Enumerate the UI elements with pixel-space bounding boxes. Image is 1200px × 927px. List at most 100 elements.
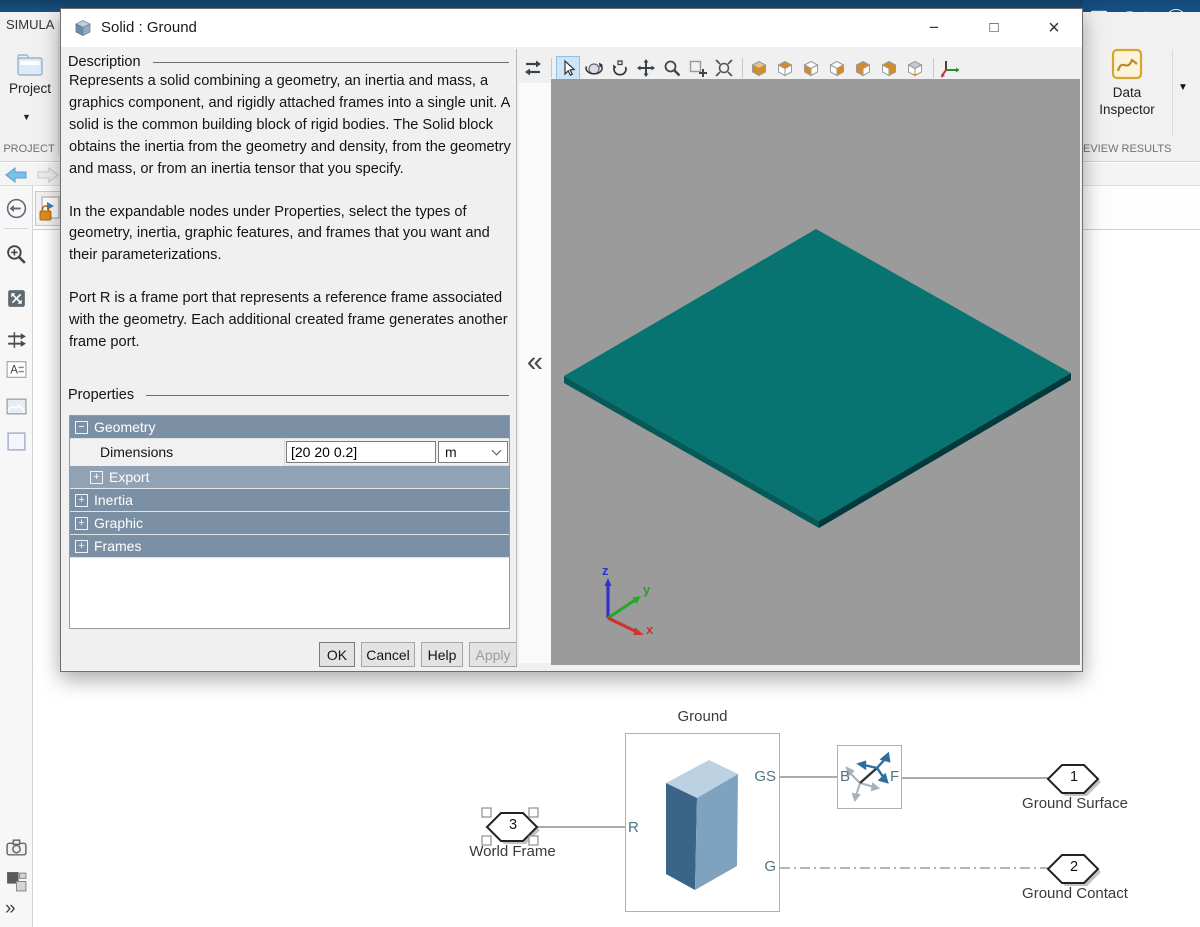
frame-axes-icon[interactable]	[938, 56, 962, 80]
project-button-label: Project	[4, 81, 56, 96]
annotation-icon[interactable]: A	[5, 358, 28, 381]
zoom-tool-icon[interactable]	[660, 56, 684, 80]
pan-tool-icon[interactable]	[634, 56, 658, 80]
toolbar-separator	[742, 58, 743, 78]
dimensions-row: Dimensions m	[70, 439, 509, 466]
data-inspector-icon	[1111, 48, 1143, 80]
camera-icon[interactable]	[5, 836, 28, 859]
transform-frames-icon	[844, 751, 896, 803]
swap-views-icon[interactable]	[521, 56, 545, 80]
group-row-graphic[interactable]: + Graphic	[70, 512, 509, 535]
back-arrow-icon[interactable]	[4, 166, 28, 184]
fit-view-icon[interactable]	[712, 56, 736, 80]
port2-number: 2	[1058, 859, 1090, 875]
select-tool-icon[interactable]	[556, 56, 580, 80]
properties-legend: Properties	[68, 387, 140, 403]
axes-triad: z y x	[586, 561, 664, 639]
ribbon-group-project: PROJECT	[2, 143, 56, 155]
maximize-icon[interactable]: □	[977, 9, 1011, 47]
view-back-icon[interactable]	[877, 56, 901, 80]
axis-y-label: y	[643, 582, 651, 597]
solid-cube-icon	[73, 18, 93, 38]
view-right-icon[interactable]	[825, 56, 849, 80]
dimensions-label: Dimensions	[70, 439, 285, 466]
ground-block-title: Ground	[625, 708, 780, 725]
subsystem-badge-icon[interactable]	[5, 870, 28, 893]
group-label-graphic: Graphic	[94, 512, 143, 534]
image-icon[interactable]	[5, 395, 28, 418]
expand-expander-icon[interactable]: +	[90, 471, 103, 484]
tab-simulation[interactable]: SIMULA	[6, 17, 60, 35]
data-inspector-dropdown-icon[interactable]: ▼	[1178, 82, 1194, 93]
solid-dialog: Solid : Ground − □ × Description Represe…	[60, 8, 1083, 672]
chevron-down-icon	[492, 446, 502, 456]
locked-model-icon	[38, 195, 62, 223]
data-inspector-label-1: Data	[1088, 84, 1166, 101]
dimensions-input[interactable]	[286, 441, 436, 463]
help-button[interactable]: Help	[421, 642, 463, 667]
project-folder-icon	[15, 52, 45, 78]
project-dropdown-icon[interactable]: ▼	[22, 112, 38, 122]
ribbon-separator-2	[1172, 50, 1173, 136]
ribbon-separator	[58, 20, 59, 155]
ground-port-G[interactable]: G	[760, 858, 776, 875]
ok-button[interactable]: OK	[319, 642, 355, 667]
view-front-icon[interactable]	[851, 56, 875, 80]
port3-label: World Frame	[450, 843, 575, 860]
expand-expander-icon[interactable]: +	[75, 517, 88, 530]
port1-label: Ground Surface	[1010, 795, 1140, 812]
zoom-region-icon[interactable]	[686, 56, 710, 80]
group-row-frames[interactable]: + Frames	[70, 535, 509, 558]
group-label-geometry: Geometry	[94, 416, 155, 438]
properties-table: − Geometry Dimensions m + Export + Inert…	[69, 415, 510, 629]
group-row-geometry[interactable]: − Geometry	[70, 416, 509, 439]
cancel-button[interactable]: Cancel	[361, 642, 415, 667]
group-label-frames: Frames	[94, 535, 141, 557]
description-rule	[153, 62, 509, 63]
view-top-icon[interactable]	[773, 56, 797, 80]
ground-port-GS[interactable]: GS	[748, 768, 776, 785]
toolbar-separator	[551, 58, 552, 78]
minimize-icon[interactable]: −	[917, 9, 951, 47]
properties-rule	[146, 395, 509, 396]
transform-port-B[interactable]: B	[840, 768, 850, 785]
description-paragraph-3: Port R is a frame port that represents a…	[69, 288, 513, 354]
panel-splitter[interactable]	[516, 49, 517, 663]
svg-text:A: A	[10, 365, 18, 377]
viewport-toolbar	[521, 55, 964, 81]
roll-tool-icon[interactable]	[608, 56, 632, 80]
hide-browser-icon[interactable]	[5, 197, 28, 220]
viewport-3d[interactable]: z y x	[551, 79, 1080, 665]
description-paragraph-1: Represents a solid combining a geometry,…	[69, 71, 513, 181]
close-icon[interactable]: ×	[1037, 9, 1071, 47]
data-inspector-button[interactable]: Data Inspector	[1088, 48, 1166, 136]
expand-expander-icon[interactable]: +	[75, 494, 88, 507]
apply-button[interactable]: Apply	[469, 642, 517, 667]
description-paragraph-2: In the expandable nodes under Properties…	[69, 202, 513, 268]
description-legend: Description	[68, 54, 147, 70]
view-left-icon[interactable]	[799, 56, 823, 80]
view-cube-icon[interactable]	[903, 56, 927, 80]
unit-value: m	[445, 444, 457, 460]
signal-routing-icon[interactable]	[5, 328, 28, 351]
collapse-expander-icon[interactable]: −	[75, 421, 88, 434]
unit-select[interactable]: m	[438, 441, 508, 463]
forward-arrow-icon[interactable]	[36, 166, 60, 184]
fit-to-view-icon[interactable]	[5, 287, 28, 310]
ribbon-group-review-results: EVIEW RESULTS	[1083, 143, 1193, 155]
port1-number: 1	[1058, 769, 1090, 785]
palette-expand-icon[interactable]: »	[5, 898, 29, 920]
data-inspector-label-2: Inspector	[1088, 101, 1166, 118]
view-isometric-icon[interactable]	[747, 56, 771, 80]
collapse-panel-icon[interactable]: «	[519, 341, 551, 385]
ground-port-R[interactable]: R	[628, 819, 639, 836]
area-box-icon[interactable]	[5, 430, 28, 453]
zoom-in-icon[interactable]	[5, 243, 28, 266]
transform-port-F[interactable]: F	[890, 768, 899, 785]
group-row-inertia[interactable]: + Inertia	[70, 489, 509, 512]
group-row-export[interactable]: + Export	[70, 466, 509, 489]
toolbar-separator	[933, 58, 934, 78]
expand-expander-icon[interactable]: +	[75, 540, 88, 553]
axis-x-label: x	[646, 622, 654, 637]
orbit-tool-icon[interactable]	[582, 56, 606, 80]
